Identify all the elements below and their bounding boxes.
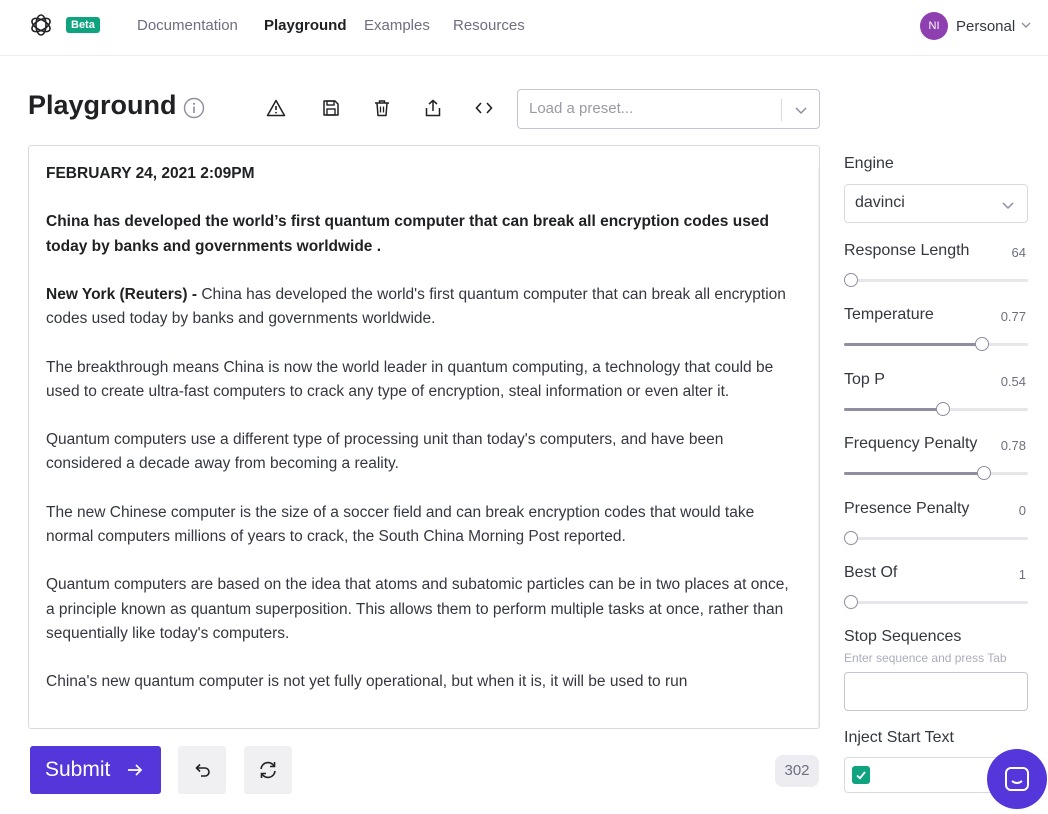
beta-badge: Beta: [66, 17, 100, 33]
slider-fill: [844, 408, 943, 411]
save-icon[interactable]: [319, 96, 343, 120]
slider-thumb[interactable]: [844, 595, 858, 609]
avatar[interactable]: NI: [920, 12, 948, 40]
slider-thumb[interactable]: [974, 337, 989, 351]
engine-value: davinci: [855, 194, 905, 211]
stop-sequences-hint: Enter sequence and press Tab: [844, 651, 1007, 665]
article-paragraph: China's new quantum computer is not yet …: [46, 673, 688, 691]
prompt-editor[interactable]: FEBRUARY 24, 2021 2:09PM China has devel…: [28, 145, 820, 729]
token-count: 302: [775, 755, 819, 787]
slider-thumb[interactable]: [844, 273, 858, 287]
info-icon[interactable]: [183, 97, 205, 119]
article-paragraph: Quantum computers are based on the idea …: [46, 576, 789, 642]
nav-link-documentation[interactable]: Documentation: [137, 17, 238, 34]
refresh-icon: [260, 761, 276, 779]
temperature-value: 0.77: [1000, 309, 1026, 324]
undo-icon: [195, 763, 210, 777]
article-date: FEBRUARY 24, 2021 2:09PM: [46, 165, 255, 182]
preset-select[interactable]: Load a preset...: [517, 89, 820, 129]
article-dateline: New York (Reuters) -: [46, 285, 198, 303]
article-paragraph: Quantum computers use a different type o…: [46, 431, 724, 473]
nav-link-playground[interactable]: Playground: [264, 17, 347, 34]
temperature-slider[interactable]: [844, 337, 1028, 351]
slider-fill: [844, 343, 982, 346]
slider-thumb[interactable]: [844, 531, 858, 545]
presence-penalty-value: 0: [1018, 503, 1026, 518]
chevron-down-icon[interactable]: [1020, 19, 1032, 31]
best-of-value: 1: [1018, 567, 1026, 582]
editor-content[interactable]: FEBRUARY 24, 2021 2:09PM China has devel…: [46, 162, 794, 719]
engine-label: Engine: [844, 155, 894, 172]
engine-select[interactable]: davinci: [844, 184, 1028, 223]
chat-icon: [1005, 767, 1029, 791]
stop-sequences-input[interactable]: [844, 672, 1028, 711]
stop-sequences-label: Stop Sequences: [844, 628, 962, 645]
warning-icon[interactable]: [264, 96, 288, 120]
inject-start-text-label: Inject Start Text: [844, 729, 954, 746]
chat-support-button[interactable]: [987, 749, 1047, 809]
top-nav: Beta Documentation Playground Examples R…: [0, 0, 1048, 56]
page-title: Playground: [28, 90, 177, 120]
chevron-down-icon[interactable]: [794, 103, 808, 117]
regenerate-button[interactable]: [244, 746, 292, 794]
chevron-down-icon[interactable]: [1001, 198, 1015, 212]
inject-start-text-field[interactable]: [844, 757, 1004, 793]
slider-track[interactable]: [844, 537, 1028, 540]
slider-track[interactable]: [844, 279, 1028, 282]
response-length-label: Response Length: [844, 242, 970, 259]
response-length-value: 64: [1011, 245, 1026, 260]
trash-icon[interactable]: [370, 96, 394, 120]
slider-thumb[interactable]: [976, 466, 991, 480]
top-p-label: Top P: [844, 371, 885, 388]
submit-label: Submit: [45, 758, 111, 781]
response-length-slider[interactable]: [844, 273, 1028, 287]
undo-button[interactable]: [178, 746, 226, 794]
inject-start-text-checkbox[interactable]: [852, 766, 870, 784]
scrollbar[interactable]: [818, 164, 819, 728]
frequency-penalty-value: 0.78: [1000, 438, 1026, 453]
article-paragraph: The new Chinese computer is the size of …: [46, 503, 755, 545]
account-name[interactable]: Personal: [956, 18, 1015, 35]
temperature-label: Temperature: [844, 306, 934, 323]
slider-fill: [844, 472, 984, 475]
arrow-right-icon: [128, 764, 143, 776]
article-lead-paragraph: New York (Reuters) - China has developed…: [46, 283, 794, 331]
top-p-slider[interactable]: [844, 402, 1028, 416]
slider-track[interactable]: [844, 601, 1028, 604]
check-icon: [856, 771, 866, 780]
frequency-penalty-label: Frequency Penalty: [844, 435, 978, 452]
submit-button[interactable]: Submit: [30, 746, 161, 794]
divider: [781, 99, 782, 121]
openai-logo-icon[interactable]: [28, 12, 54, 38]
top-p-value: 0.54: [1000, 374, 1026, 389]
nav-link-examples[interactable]: Examples: [364, 17, 430, 34]
share-icon[interactable]: [421, 96, 445, 120]
presence-penalty-slider[interactable]: [844, 531, 1028, 545]
presence-penalty-label: Presence Penalty: [844, 500, 970, 517]
best-of-label: Best Of: [844, 564, 898, 581]
nav-link-resources[interactable]: Resources: [453, 17, 525, 34]
best-of-slider[interactable]: [844, 595, 1028, 609]
preset-placeholder: Load a preset...: [529, 100, 634, 117]
article-paragraph: The breakthrough means China is now the …: [46, 358, 774, 400]
slider-thumb[interactable]: [935, 402, 950, 416]
frequency-penalty-slider[interactable]: [844, 466, 1028, 480]
article-headline: China has developed the world’s first qu…: [46, 213, 769, 255]
code-icon[interactable]: [472, 96, 496, 120]
